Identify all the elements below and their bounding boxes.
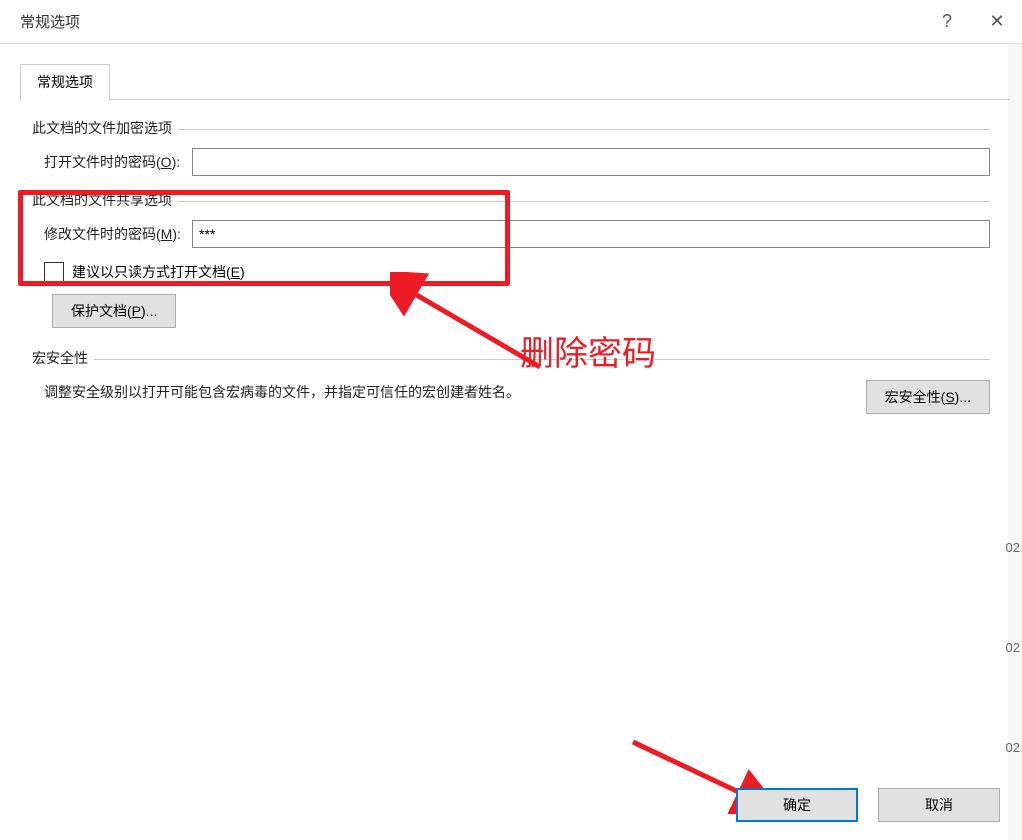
- tab-general[interactable]: 常规选项: [20, 64, 110, 100]
- checkbox-readonly[interactable]: [44, 262, 64, 282]
- row-macro: 调整安全级别以打开可能包含宏病毒的文件，并指定可信任的宏创建者姓名。 宏安全性(…: [32, 378, 990, 414]
- section-encrypt: 此文档的文件加密选项: [32, 118, 990, 138]
- label-open-password: 打开文件时的密码(O):: [32, 152, 192, 172]
- window-title: 常规选项: [20, 11, 80, 32]
- row-modify-password: 修改文件时的密码(M):: [32, 220, 990, 248]
- label-readonly: 建议以只读方式打开文档(E): [72, 262, 245, 282]
- section-share: 此文档的文件共享选项: [32, 190, 990, 210]
- input-open-password[interactable]: [192, 148, 990, 176]
- macro-description: 调整安全级别以打开可能包含宏病毒的文件，并指定可信任的宏创建者姓名。: [44, 378, 846, 403]
- protect-document-button[interactable]: 保护文档(P)...: [52, 294, 176, 328]
- row-open-password: 打开文件时的密码(O):: [32, 148, 990, 176]
- macro-security-button[interactable]: 宏安全性(S)...: [866, 380, 990, 414]
- bg-text-3: 02: [1006, 740, 1020, 755]
- row-readonly-suggest[interactable]: 建议以只读方式打开文档(E): [32, 262, 990, 282]
- bg-text-2: 02: [1006, 640, 1020, 655]
- label-modify-password: 修改文件时的密码(M):: [32, 224, 192, 244]
- input-modify-password[interactable]: [192, 220, 990, 248]
- help-button[interactable]: ?: [922, 0, 972, 44]
- dialog-buttons: 确定 取消: [736, 788, 1000, 822]
- titlebar: 常规选项 ? ✕: [0, 0, 1022, 44]
- section-macro: 宏安全性: [32, 348, 990, 368]
- tab-strip: 常规选项: [20, 64, 1010, 100]
- ok-button[interactable]: 确定: [736, 788, 858, 822]
- bg-text-1: 02: [1006, 540, 1020, 555]
- dialog-body: 常规选项 此文档的文件加密选项 打开文件时的密码(O): 此文档的文件共享选项 …: [0, 44, 1022, 414]
- cancel-button[interactable]: 取消: [878, 788, 1000, 822]
- close-button[interactable]: ✕: [972, 0, 1022, 44]
